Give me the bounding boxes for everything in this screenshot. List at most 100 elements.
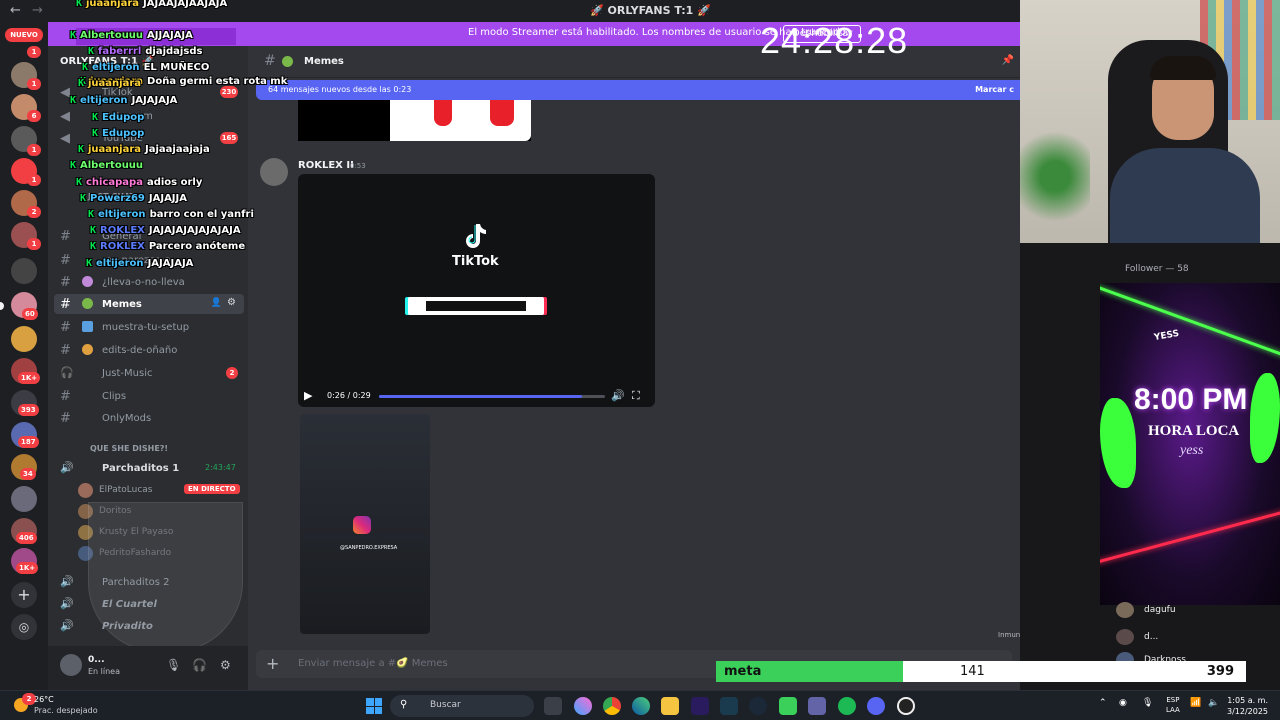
forward-arrow-icon[interactable]: →	[32, 3, 43, 18]
goal-target: 399	[1206, 664, 1234, 679]
speaker-icon: 🔊	[60, 619, 74, 632]
obs-icon[interactable]	[897, 697, 915, 715]
headphones-icon[interactable]: 🎧	[192, 658, 207, 672]
channel-muestra-tu-setup[interactable]: # muestra-tu-setup	[54, 317, 244, 337]
tiktok-logo-icon	[466, 224, 486, 248]
instagram-handle: @SANPEDRO.EXPRESA	[340, 545, 398, 551]
overlay-chat-line: Kchicapapa adios orly	[76, 177, 202, 188]
server-badge: 1	[27, 174, 41, 186]
voice-channel-label: Privadito	[102, 621, 153, 632]
kick-badge-icon: K	[78, 144, 85, 155]
server-badge: 406	[16, 532, 37, 544]
chat-area: # Memes 📌 64 mensajes nuevos desde las 0…	[248, 46, 1087, 690]
author-name[interactable]: ROKLEX II	[298, 160, 354, 171]
task-view-icon[interactable]	[544, 697, 562, 715]
play-icon[interactable]: ▶	[304, 389, 312, 402]
mark-read-button[interactable]: Marcar c	[975, 85, 1014, 94]
kick-badge-icon: K	[80, 193, 87, 204]
user-avatar[interactable]	[60, 654, 82, 676]
goal-label: meta	[724, 664, 762, 679]
voice-channel-el-cuartel[interactable]: 🔊 El Cuartel	[54, 594, 244, 614]
premiere-icon[interactable]	[691, 697, 709, 715]
server-icon[interactable]	[11, 326, 37, 352]
steam-icon[interactable]	[749, 697, 767, 715]
video-attachment[interactable]: TikTok ▶ 0:26 / 0:29 🔊 ⛶	[298, 174, 655, 407]
discord-icon[interactable]	[867, 697, 885, 715]
settings-gear-icon[interactable]: ⚙	[227, 297, 236, 308]
start-button[interactable]	[366, 698, 382, 714]
microphone-icon[interactable]: 🎙	[166, 658, 181, 672]
server-icon[interactable]	[11, 486, 37, 512]
channel-just-music[interactable]: 🎧 Just-Music 2	[54, 363, 244, 383]
goal-bar: meta 141 399	[716, 661, 1246, 682]
audition-icon[interactable]	[720, 697, 738, 715]
search-label: Buscar	[430, 700, 461, 710]
channel-badge: 230	[220, 86, 238, 98]
overlay-username: juaanjara	[86, 0, 140, 9]
volume-icon[interactable]: 🔊	[611, 389, 625, 402]
discover-icon[interactable]: ◎	[11, 614, 37, 640]
tray-app-icon[interactable]: ◉	[1119, 698, 1127, 708]
previous-image-attachment[interactable]	[298, 100, 531, 141]
channel-memes[interactable]: # Memes 👤 ⚙	[54, 294, 244, 314]
back-arrow-icon[interactable]: ←	[10, 3, 21, 18]
new-messages-bar[interactable]: 64 mensajes nuevos desde las 0:23 Marcar…	[256, 80, 1020, 100]
plus-icon[interactable]: +	[266, 654, 279, 673]
chrome-icon[interactable]	[603, 697, 621, 715]
red-shape	[490, 100, 514, 126]
pin-icon[interactable]: 📌	[1002, 55, 1014, 66]
video-progress-track[interactable]	[379, 395, 605, 398]
settings-gear-icon[interactable]: ⚙	[220, 658, 231, 672]
voice-channel-privadito[interactable]: 🔊 Privadito	[54, 616, 244, 636]
kick-badge-icon: K	[76, 177, 83, 188]
microphone-tray-icon[interactable]: 🎙	[1142, 698, 1153, 708]
voice-channel-label: El Cuartel	[102, 599, 157, 610]
channel-onlymods[interactable]: # OnlyMods	[54, 408, 244, 428]
taskbar-search[interactable]: ⚲ Buscar	[390, 695, 534, 717]
file-explorer-icon[interactable]	[661, 697, 679, 715]
language-indicator[interactable]: ESP LAA	[1166, 695, 1180, 715]
overlay-chat-line: Keltijeron JAJAJAJA	[70, 95, 177, 106]
channel-instagram[interactable]: ◀ Instagram	[54, 106, 244, 126]
hash-icon: #	[60, 229, 71, 244]
spotify-icon[interactable]	[838, 697, 856, 715]
kick-badge-icon: K	[70, 95, 77, 106]
teams-icon[interactable]	[808, 697, 826, 715]
tiktok-loading-bar	[408, 297, 544, 315]
channel-lleva-o-no-lleva[interactable]: # ¿lleva-o-no-lleva	[54, 272, 244, 292]
channel-clips[interactable]: # Clips	[54, 386, 244, 406]
headphones-icon: 🎧	[60, 366, 74, 379]
overlay-message: JAJAJAJAJAJAJAJA	[148, 225, 241, 236]
author-avatar[interactable]	[260, 158, 288, 186]
edge-icon[interactable]	[632, 697, 650, 715]
video-progress-fill	[379, 395, 583, 398]
instagram-video-attachment[interactable]: @SANPEDRO.EXPRESA	[300, 414, 430, 634]
hash-icon: #	[60, 320, 71, 335]
fullscreen-icon[interactable]: ⛶	[632, 389, 640, 403]
server-icon[interactable]	[11, 258, 37, 284]
channel-sidebar: ORLYFANS T:1 🚀 ◀ TikTok 230 ◀ Instagram …	[48, 46, 248, 690]
goal-current: 141	[960, 664, 985, 679]
window-title: 🚀 ORLYFANS T:1 🚀	[590, 4, 711, 17]
invite-icon[interactable]: 👤	[211, 298, 222, 308]
tray-chevron-icon[interactable]: ⌃	[1099, 698, 1107, 708]
volume-tray-icon[interactable]: 🔈	[1208, 698, 1219, 708]
overlay-message: JAJAAJAJAAJAJA	[143, 0, 228, 9]
voice-channel-parchaditos-2[interactable]: 🔊 Parchaditos 2	[54, 572, 244, 592]
app-icon[interactable]	[779, 697, 797, 715]
taskbar-clock[interactable]: 1:05 a. m. 3/12/2025	[1227, 695, 1268, 717]
image-white-area	[390, 100, 531, 141]
copilot-icon[interactable]	[574, 697, 592, 715]
add-server-icon[interactable]: +	[11, 582, 37, 608]
screen: ← → 🚀 ORLYFANS T:1 🚀 El modo Streamer es…	[0, 0, 1280, 720]
overlay-username: Edupop	[102, 128, 145, 139]
plant-shape	[1020, 110, 1090, 243]
wifi-icon[interactable]: 📶	[1190, 698, 1201, 708]
viewer-name: d...	[1144, 632, 1159, 642]
announcement-icon: ◀	[60, 85, 70, 100]
channel-edits-de-onano[interactable]: # edits-de-oñaño	[54, 340, 244, 360]
category-voice[interactable]: QUE SHE DISHE?!	[90, 444, 168, 453]
poster-time: 8:00 PM	[1134, 383, 1248, 416]
overlay-chat-line: Keltijeron JAJAJAJA	[86, 258, 193, 269]
voice-channel-label: Parchaditos 2	[102, 577, 170, 588]
